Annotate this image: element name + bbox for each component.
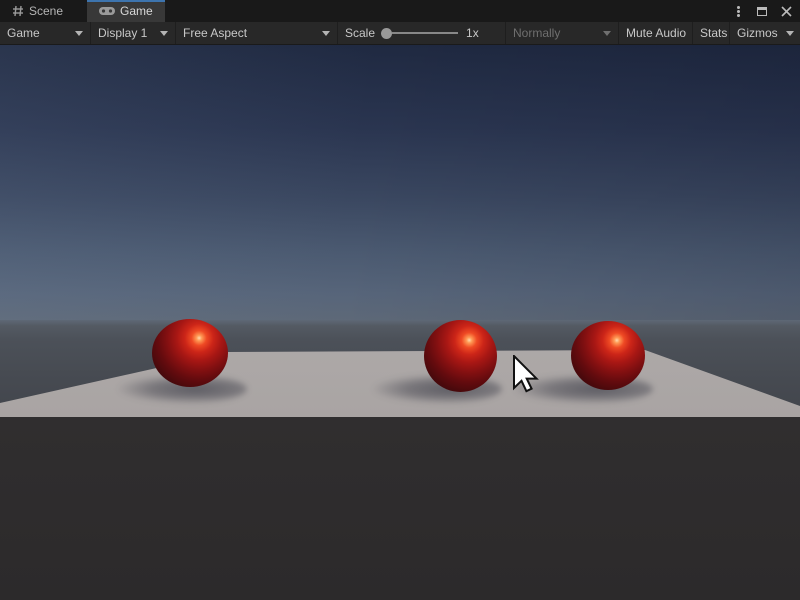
window-controls <box>730 0 800 22</box>
skybox-sky <box>0 45 800 322</box>
scale-slider-knob[interactable] <box>381 28 392 39</box>
chevron-down-icon <box>603 31 611 36</box>
gizmos-popup[interactable]: Gizmos <box>730 22 799 44</box>
tab-game[interactable]: Game <box>87 0 165 22</box>
chevron-down-icon <box>786 31 794 36</box>
red-sphere-middle <box>424 320 497 392</box>
scale-slider-track[interactable] <box>392 32 458 34</box>
viewport-bottom-area <box>0 417 800 600</box>
play-mode-popup[interactable]: Normally <box>506 22 618 44</box>
game-view-popup-label: Game <box>7 26 40 40</box>
gizmos-popup-label: Gizmos <box>737 26 778 40</box>
display-popup-label: Display 1 <box>98 26 147 40</box>
kebab-menu-icon[interactable] <box>730 3 746 19</box>
tab-scene-label: Scene <box>29 4 63 18</box>
game-view-toolbar: Game Display 1 Free Aspect Scale 1x Norm… <box>0 22 800 45</box>
chevron-down-icon <box>75 31 83 36</box>
close-icon[interactable] <box>778 3 794 19</box>
game-viewport[interactable] <box>0 45 800 600</box>
gamepad-icon <box>99 6 115 16</box>
stats-button[interactable]: Stats <box>693 22 729 44</box>
aspect-ratio-popup-label: Free Aspect <box>183 26 247 40</box>
tab-bar: Scene Game <box>0 0 800 22</box>
maximize-icon[interactable] <box>754 3 770 19</box>
mute-audio-button[interactable]: Mute Audio <box>619 22 692 44</box>
scale-value: 1x <box>466 26 479 40</box>
arrow-cursor-icon <box>512 355 540 397</box>
red-sphere-right <box>571 321 645 390</box>
tab-game-label: Game <box>120 4 153 18</box>
scale-control: Scale 1x <box>338 22 505 44</box>
aspect-ratio-popup[interactable]: Free Aspect <box>176 22 337 44</box>
chevron-down-icon <box>322 31 330 36</box>
red-sphere-left <box>152 319 228 387</box>
chevron-down-icon <box>160 31 168 36</box>
grid-icon <box>12 5 24 17</box>
stats-label: Stats <box>700 26 727 40</box>
display-popup[interactable]: Display 1 <box>91 22 175 44</box>
game-view-popup[interactable]: Game <box>0 22 90 44</box>
scale-label: Scale <box>345 26 375 40</box>
tab-scene[interactable]: Scene <box>0 0 75 22</box>
mute-audio-label: Mute Audio <box>626 26 686 40</box>
scale-slider[interactable] <box>381 28 458 39</box>
play-mode-popup-label: Normally <box>513 26 560 40</box>
